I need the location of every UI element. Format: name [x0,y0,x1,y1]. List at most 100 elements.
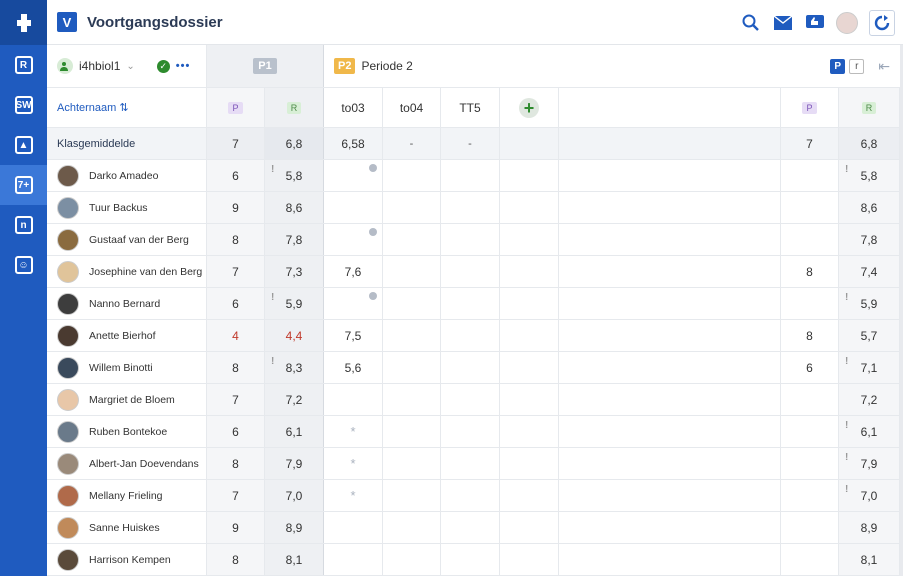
grade-cell-p2-r[interactable]: ! 7,1 [839,352,900,383]
nav-item-studiewijzer[interactable]: SW [0,85,47,125]
col-p1-r[interactable]: R [265,88,324,127]
grade-cell-p2-p[interactable] [781,448,839,479]
grade-cell-p1-p[interactable]: 8 [207,224,265,255]
student-cell[interactable]: Josephine van den Berg [47,256,207,287]
profile-button[interactable] [831,7,863,39]
grade-cell-p2-r[interactable]: ! 5,9 [839,288,900,319]
student-cell[interactable]: Margriet de Bloem [47,384,207,415]
r-toggle-button[interactable]: r [849,58,865,74]
grade-cell-tt5[interactable] [441,160,500,191]
grade-cell-to04[interactable] [383,544,441,575]
grade-cell-to03[interactable]: 7,6 [324,256,383,287]
grade-cell-p2-p[interactable] [781,224,839,255]
grade-cell-p2-p[interactable]: 8 [781,320,839,351]
grade-cell-p1-r[interactable]: 8,1 [265,544,324,575]
grade-cell-to04[interactable] [383,384,441,415]
grade-cell-to03[interactable]: * [324,480,383,511]
student-cell[interactable]: Harrison Kempen [47,544,207,575]
grade-cell-p2-r[interactable]: ! 5,8 [839,160,900,191]
grade-cell-p2-r[interactable]: 7,2 [839,384,900,415]
col-p2-p[interactable]: P [781,88,839,127]
grade-cell-p2-r[interactable]: 5,7 [839,320,900,351]
grade-cell-tt5[interactable] [441,384,500,415]
grade-cell-to03[interactable] [324,192,383,223]
grade-cell-tt5[interactable] [441,512,500,543]
grade-cell-to03[interactable]: * [324,416,383,447]
nav-item-roster[interactable]: R [0,45,47,85]
grade-cell-p1-p[interactable]: 9 [207,192,265,223]
grade-cell-p1-p[interactable]: 8 [207,448,265,479]
grade-cell-to03[interactable] [324,288,383,319]
grade-cell-p1-p[interactable]: 4 [207,320,265,351]
grade-cell-p1-p[interactable]: 7 [207,256,265,287]
app-logo[interactable] [0,0,47,45]
grade-cell-p1-p[interactable]: 8 [207,352,265,383]
grade-cell-p1-r[interactable]: 8,9 [265,512,324,543]
grade-cell-p1-p[interactable]: 7 [207,480,265,511]
collapse-left-icon[interactable]: ⇤ [878,58,890,75]
grade-cell-p2-p[interactable] [781,416,839,447]
sync-button[interactable] [869,9,895,36]
student-cell[interactable]: Anette Bierhof [47,320,207,351]
grade-cell-p1-p[interactable]: 7 [207,384,265,415]
grade-cell-tt5[interactable] [441,224,500,255]
grade-cell-p2-r[interactable]: ! 7,9 [839,448,900,479]
grade-cell-to03[interactable] [324,384,383,415]
grade-cell-to04[interactable] [383,192,441,223]
grade-cell-p2-p[interactable] [781,512,839,543]
p-toggle-button[interactable]: P [830,58,846,74]
grade-cell-to03[interactable]: * [324,448,383,479]
grade-cell-tt5[interactable] [441,416,500,447]
grade-cell-p1-r[interactable]: 7,9 [265,448,324,479]
grade-cell-tt5[interactable] [441,448,500,479]
grade-cell-to03[interactable]: 5,6 [324,352,383,383]
grade-cell-p1-r[interactable]: ! 5,8 [265,160,324,191]
grade-cell-to04[interactable] [383,256,441,287]
student-cell[interactable]: Tuur Backus [47,192,207,223]
grade-cell-p2-r[interactable]: 7,8 [839,224,900,255]
grade-cell-tt5[interactable] [441,320,500,351]
search-button[interactable] [735,7,767,39]
grade-cell-p1-r[interactable]: 6,1 [265,416,324,447]
grade-cell-p2-p[interactable] [781,160,839,191]
grade-cell-p2-p[interactable] [781,288,839,319]
grade-cell-tt5[interactable] [441,192,500,223]
grade-cell-to04[interactable] [383,352,441,383]
nav-item-notes[interactable]: n [0,205,47,245]
mail-button[interactable] [767,7,799,39]
feedback-button[interactable] [799,7,831,39]
grade-cell-p1-p[interactable]: 6 [207,160,265,191]
student-cell[interactable]: Gustaaf van der Berg [47,224,207,255]
student-cell[interactable]: Willem Binotti [47,352,207,383]
student-cell[interactable]: Mellany Frieling [47,480,207,511]
grade-cell-p1-r[interactable]: ! 8,3 [265,352,324,383]
student-cell[interactable]: Ruben Bontekoe [47,416,207,447]
chevron-down-icon[interactable]: ⌄ [126,61,134,72]
student-cell[interactable]: Darko Amadeo [47,160,207,191]
grade-cell-p1-r[interactable]: 7,0 [265,480,324,511]
grade-cell-p2-r[interactable]: ! 6,1 [839,416,900,447]
grade-cell-p1-p[interactable]: 6 [207,288,265,319]
grade-cell-p2-p[interactable]: 6 [781,352,839,383]
grade-cell-p1-p[interactable]: 9 [207,512,265,543]
grade-cell-tt5[interactable] [441,256,500,287]
nav-item-inbox[interactable]: ▲ [0,125,47,165]
student-cell[interactable]: Sanne Huiskes [47,512,207,543]
col-tt5[interactable]: TT5 [441,88,500,127]
col-p2-r[interactable]: R [839,88,900,127]
grade-cell-p2-r[interactable]: ! 7,0 [839,480,900,511]
col-to03[interactable]: to03 [324,88,383,127]
grade-cell-p1-r[interactable]: 7,8 [265,224,324,255]
more-options-button[interactable]: ••• [176,60,191,72]
group-selector[interactable]: i4hbiol1 ⌄ ✓ ••• [47,45,207,87]
grade-cell-tt5[interactable] [441,352,500,383]
grade-cell-to04[interactable] [383,512,441,543]
grade-cell-tt5[interactable] [441,544,500,575]
nav-item-grades[interactable]: 7+ [0,165,47,205]
grade-cell-to03[interactable] [324,544,383,575]
grade-cell-p2-r[interactable]: 8,1 [839,544,900,575]
grade-cell-p2-p[interactable] [781,544,839,575]
nav-item-students[interactable]: ☺ [0,245,47,285]
grade-cell-to03[interactable] [324,160,383,191]
grade-cell-tt5[interactable] [441,288,500,319]
